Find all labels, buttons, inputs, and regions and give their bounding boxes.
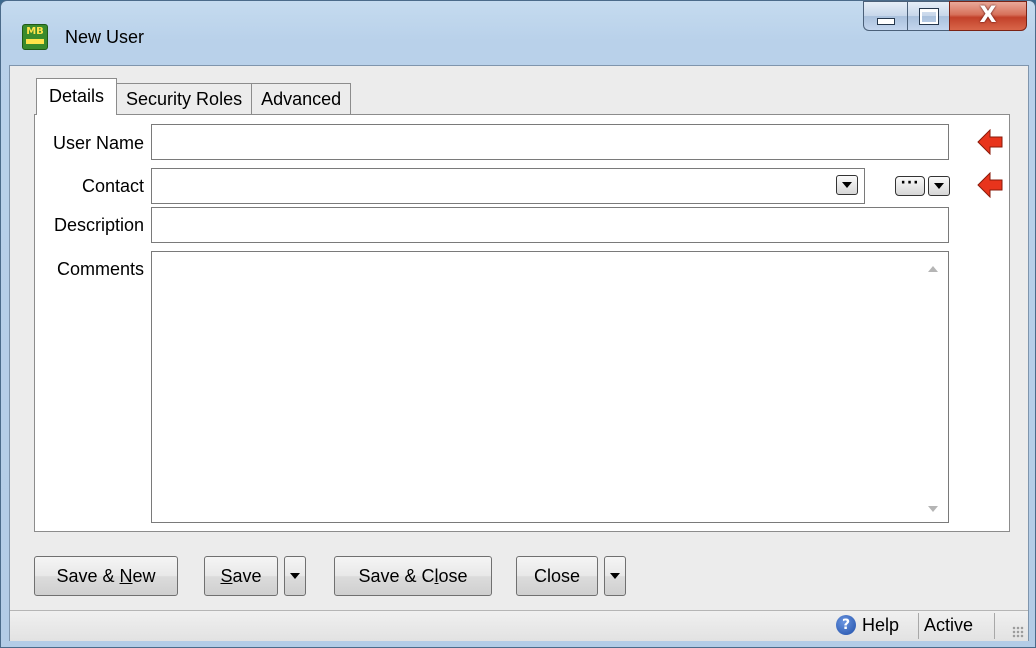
status-help-link[interactable]: Help: [862, 615, 899, 636]
status-divider: [918, 613, 919, 639]
user-name-input[interactable]: [151, 124, 949, 160]
close-icon: X: [979, 3, 997, 28]
close-window-button[interactable]: X: [949, 1, 1027, 31]
comments-textarea[interactable]: [152, 252, 907, 522]
comments-label: Comments: [56, 259, 144, 279]
minimize-button[interactable]: [863, 1, 907, 31]
new-user-window: MB New User X Details Security Roles Adv…: [0, 0, 1036, 648]
save-and-new-hotkey: N: [119, 566, 133, 586]
description-label: Description: [53, 215, 144, 235]
tab-security-roles[interactable]: Security Roles: [116, 83, 253, 115]
save-and-new-label-pre: Save &: [56, 566, 120, 586]
save-and-new-button[interactable]: Save & New: [34, 556, 178, 596]
close-button[interactable]: Close: [516, 556, 598, 596]
status-divider: [994, 613, 995, 639]
required-arrow-icon: [977, 172, 1003, 198]
save-and-close-button[interactable]: Save & Close: [334, 556, 492, 596]
contact-lookup-button[interactable]: ···: [895, 176, 925, 196]
user-name-label: User Name: [52, 133, 144, 153]
resize-grip-icon[interactable]: [1012, 626, 1024, 638]
minimize-icon: [876, 17, 895, 25]
chevron-down-icon: [934, 183, 944, 189]
chevron-down-icon: [842, 182, 852, 188]
status-state: Active: [924, 615, 974, 635]
tab-strip: Details Security Roles Advanced: [36, 78, 352, 115]
chevron-down-icon: [610, 573, 620, 579]
window-controls: X: [863, 1, 1027, 33]
contact-label: Contact: [81, 176, 144, 196]
required-arrow-icon: [977, 129, 1003, 155]
save-and-close-label-post: ose: [438, 566, 468, 586]
save-and-close-label-pre: Save & C: [358, 566, 435, 586]
save-label-post: ave: [232, 566, 262, 586]
maximize-icon: [918, 7, 939, 25]
maximize-button[interactable]: [907, 1, 949, 31]
title-bar[interactable]: MB New User X: [1, 1, 1035, 65]
save-hotkey: S: [220, 566, 233, 586]
save-and-new-label-post: ew: [132, 566, 156, 586]
chevron-down-icon: [290, 573, 300, 579]
tab-advanced[interactable]: Advanced: [251, 83, 352, 115]
dialog-client-area: Details Security Roles Advanced User Nam…: [9, 65, 1029, 641]
save-options-dropdown-button[interactable]: [284, 556, 306, 596]
window-title: New User: [65, 27, 145, 47]
help-icon[interactable]: ?: [836, 615, 856, 635]
scroll-up-icon[interactable]: [928, 266, 938, 272]
save-button[interactable]: Save: [204, 556, 278, 596]
status-bar: ? Help Active: [10, 610, 1028, 641]
close-options-dropdown-button[interactable]: [604, 556, 626, 596]
contact-dropdown-button[interactable]: [836, 175, 858, 195]
description-input[interactable]: [151, 207, 949, 243]
app-logo-icon: MB: [22, 24, 48, 50]
contact-menu-dropdown-button[interactable]: [928, 176, 950, 196]
comments-box: [151, 251, 949, 523]
contact-select[interactable]: [151, 168, 865, 204]
scroll-down-icon[interactable]: [928, 506, 938, 512]
tab-details[interactable]: Details: [36, 78, 118, 115]
